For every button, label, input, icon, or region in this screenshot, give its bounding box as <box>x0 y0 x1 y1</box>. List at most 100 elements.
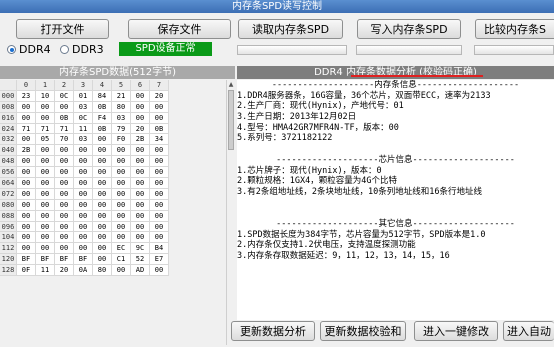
hex-cell[interactable]: 00 <box>55 145 74 157</box>
hex-cell[interactable]: BF <box>55 254 74 266</box>
hex-cell[interactable]: E7 <box>150 254 169 266</box>
hex-cell[interactable]: 71 <box>55 123 74 135</box>
hex-cell[interactable]: 00 <box>55 243 74 255</box>
scroll-up-icon[interactable]: ▲ <box>227 80 235 89</box>
hex-cell[interactable]: 00 <box>55 199 74 211</box>
hex-cell[interactable]: 05 <box>36 134 55 146</box>
hex-cell[interactable]: 00 <box>93 210 112 222</box>
hex-cell[interactable]: 00 <box>93 199 112 211</box>
write-spd-button[interactable]: 写入内存条SPD <box>357 19 461 39</box>
hex-cell[interactable]: 70 <box>55 134 74 146</box>
hex-cell[interactable]: 23 <box>17 90 36 102</box>
hex-cell[interactable]: 84 <box>93 90 112 102</box>
hex-cell[interactable]: 80 <box>93 265 112 277</box>
hex-cell[interactable]: 00 <box>131 178 150 189</box>
hex-cell[interactable]: 9C <box>131 243 150 255</box>
hex-cell[interactable]: 00 <box>74 145 93 157</box>
hex-cell[interactable]: 00 <box>36 145 55 157</box>
compare-spd-button[interactable]: 比较内存条S <box>475 19 554 39</box>
hex-cell[interactable]: 00 <box>112 221 131 233</box>
hex-cell[interactable]: 0C <box>74 112 93 124</box>
hex-cell[interactable]: 00 <box>131 101 150 113</box>
hex-cell[interactable]: 00 <box>150 178 169 189</box>
hex-cell[interactable]: 00 <box>93 243 112 255</box>
hex-cell[interactable]: 00 <box>55 101 74 113</box>
hex-cell[interactable]: 00 <box>55 210 74 222</box>
hex-cell[interactable]: 00 <box>131 232 150 244</box>
hex-cell[interactable]: 00 <box>36 167 55 179</box>
open-file-button[interactable]: 打开文件 <box>16 19 109 39</box>
hex-cell[interactable]: 00 <box>55 178 74 189</box>
hex-cell[interactable]: 11 <box>74 123 93 135</box>
hex-cell[interactable]: 00 <box>74 199 93 211</box>
hex-cell[interactable]: 00 <box>17 232 36 244</box>
hex-cell[interactable]: 00 <box>93 221 112 233</box>
hex-cell[interactable]: 71 <box>17 123 36 135</box>
hex-cell[interactable]: BF <box>36 254 55 266</box>
hex-cell[interactable]: 03 <box>74 134 93 146</box>
hex-cell[interactable]: 00 <box>17 188 36 200</box>
hex-cell[interactable]: 34 <box>150 134 169 146</box>
hex-cell[interactable]: 00 <box>74 156 93 168</box>
hex-cell[interactable]: 00 <box>150 145 169 157</box>
hex-cell[interactable]: 52 <box>131 254 150 266</box>
hex-cell[interactable]: 00 <box>93 134 112 146</box>
hex-cell[interactable]: 00 <box>131 188 150 200</box>
hex-cell[interactable]: 0A <box>74 265 93 277</box>
hex-cell[interactable]: 00 <box>36 232 55 244</box>
hex-cell[interactable]: 00 <box>17 199 36 211</box>
hex-cell[interactable]: 00 <box>36 156 55 168</box>
hex-cell[interactable]: 00 <box>36 243 55 255</box>
hex-cell[interactable]: 00 <box>55 221 74 233</box>
hex-cell[interactable]: 11 <box>36 265 55 277</box>
hex-cell[interactable]: 00 <box>74 232 93 244</box>
hex-cell[interactable]: 00 <box>93 232 112 244</box>
hex-cell[interactable]: 00 <box>150 112 169 124</box>
hex-cell[interactable]: 00 <box>131 210 150 222</box>
hex-cell[interactable]: 00 <box>36 221 55 233</box>
update-analysis-button[interactable]: 更新数据分析 <box>231 321 315 341</box>
read-spd-button[interactable]: 读取内存条SPD <box>238 19 343 39</box>
hex-cell[interactable]: 00 <box>150 101 169 113</box>
hex-cell[interactable]: 00 <box>93 178 112 189</box>
hex-cell[interactable]: 00 <box>93 188 112 200</box>
hex-cell[interactable]: 00 <box>55 188 74 200</box>
hex-cell[interactable]: 00 <box>131 156 150 168</box>
hex-cell[interactable]: 00 <box>17 178 36 189</box>
hex-cell[interactable]: 00 <box>150 210 169 222</box>
hex-cell[interactable]: 00 <box>93 254 112 266</box>
hex-cell[interactable]: 80 <box>112 101 131 113</box>
hex-cell[interactable]: AD <box>131 265 150 277</box>
hex-cell[interactable]: 00 <box>17 134 36 146</box>
hex-cell[interactable]: 00 <box>131 90 150 102</box>
hex-cell[interactable]: 0B <box>93 123 112 135</box>
hex-cell[interactable]: 2B <box>131 134 150 146</box>
hex-cell[interactable]: 00 <box>112 145 131 157</box>
hex-cell[interactable]: 00 <box>112 178 131 189</box>
hex-cell[interactable]: 00 <box>17 243 36 255</box>
hex-cell[interactable]: 00 <box>112 265 131 277</box>
hex-cell[interactable]: EC <box>112 243 131 255</box>
one-click-modify-button[interactable]: 进入一键修改 <box>414 321 498 341</box>
hex-cell[interactable]: 0F <box>17 265 36 277</box>
hex-cell[interactable]: 00 <box>74 210 93 222</box>
hex-cell[interactable]: 00 <box>112 188 131 200</box>
hex-cell[interactable]: 00 <box>150 265 169 277</box>
hex-cell[interactable]: C1 <box>112 254 131 266</box>
hex-cell[interactable]: 00 <box>150 199 169 211</box>
hex-cell[interactable]: 00 <box>150 221 169 233</box>
hex-cell[interactable]: 00 <box>93 167 112 179</box>
hex-cell[interactable]: 00 <box>36 210 55 222</box>
hex-cell[interactable]: 00 <box>131 145 150 157</box>
hex-cell[interactable]: 0B <box>55 112 74 124</box>
hex-cell[interactable]: BF <box>17 254 36 266</box>
hex-cell[interactable]: 00 <box>131 221 150 233</box>
hex-cell[interactable]: 00 <box>36 101 55 113</box>
hex-cell[interactable]: 20 <box>150 90 169 102</box>
hex-cell[interactable]: F4 <box>93 112 112 124</box>
ddr4-radio[interactable]: DDR4 <box>7 43 51 56</box>
hex-cell[interactable]: 00 <box>55 167 74 179</box>
hex-cell[interactable]: 00 <box>17 101 36 113</box>
hex-cell[interactable]: F0 <box>112 134 131 146</box>
hex-cell[interactable]: 00 <box>74 167 93 179</box>
